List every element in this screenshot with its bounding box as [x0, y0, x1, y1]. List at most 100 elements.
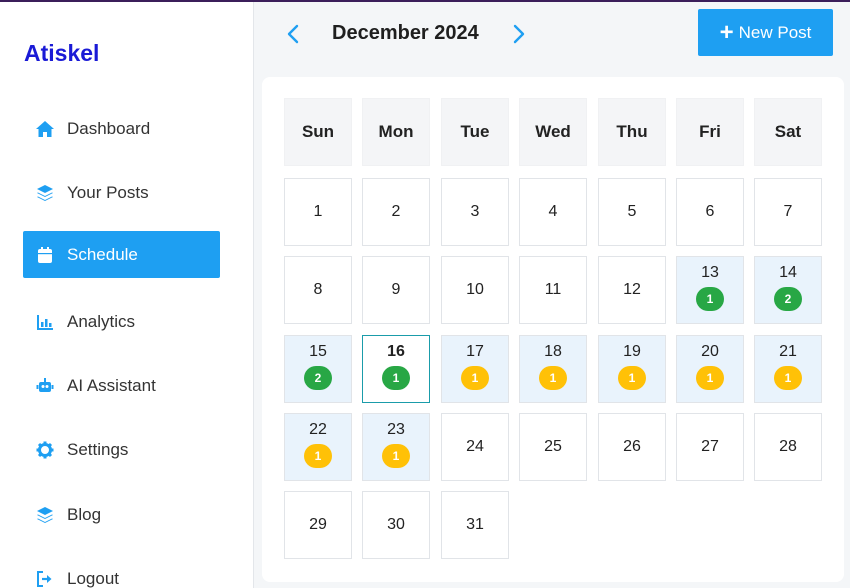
weekday-header: Fri	[676, 98, 744, 166]
post-count-badge[interactable]: 1	[539, 366, 567, 390]
new-post-button[interactable]: + New Post	[698, 9, 833, 56]
sidebar-item-settings[interactable]: Settings	[23, 426, 220, 473]
calendar-day-6[interactable]: 6	[676, 178, 744, 246]
calendar-day-7[interactable]: 7	[754, 178, 822, 246]
day-number: 29	[309, 516, 327, 533]
calendar-day-27[interactable]: 27	[676, 413, 744, 481]
weekday-header: Tue	[441, 98, 509, 166]
day-number: 30	[387, 516, 405, 533]
sidebar: Atiskel Dashboard Your Posts Schedule Analy…	[0, 2, 254, 588]
prev-month-button[interactable]	[283, 22, 303, 46]
calendar-day-13[interactable]: 13 1	[676, 256, 744, 324]
day-number: 8	[313, 281, 323, 298]
calendar-day-29[interactable]: 29	[284, 491, 352, 559]
chevron-right-icon	[513, 24, 525, 44]
calendar-day-26[interactable]: 26	[598, 413, 666, 481]
sidebar-item-label: Your Posts	[67, 182, 149, 202]
day-number: 6	[705, 203, 715, 220]
post-count-badge[interactable]: 1	[382, 366, 410, 390]
post-count-badge[interactable]: 1	[696, 366, 724, 390]
calendar-day-31[interactable]: 31	[441, 491, 509, 559]
weekday-header: Sat	[754, 98, 822, 166]
calendar-day-16[interactable]: 16 1	[362, 335, 430, 403]
sidebar-item-logout[interactable]: Logout	[23, 555, 220, 588]
logout-icon	[35, 569, 55, 588]
calendar-day-3[interactable]: 3	[441, 178, 509, 246]
day-number: 1	[313, 203, 323, 220]
day-number: 11	[544, 281, 562, 298]
day-number: 20	[701, 343, 719, 360]
calendar-day-30[interactable]: 30	[362, 491, 430, 559]
calendar-day-1[interactable]: 1	[284, 178, 352, 246]
sidebar-item-analytics[interactable]: Analytics	[23, 298, 220, 345]
calendar-day-2[interactable]: 2	[362, 178, 430, 246]
calendar-day-25[interactable]: 25	[519, 413, 587, 481]
post-count-badge[interactable]: 1	[304, 444, 332, 468]
sidebar-item-blog[interactable]: Blog	[23, 491, 220, 538]
month-title: December 2024	[332, 22, 479, 44]
sidebar-item-label: Blog	[67, 504, 102, 524]
new-post-label: New Post	[738, 22, 812, 42]
sidebar-item-label: Analytics	[67, 311, 136, 331]
calendar-day-18[interactable]: 18 1	[519, 335, 587, 403]
sidebar-item-dashboard[interactable]: Dashboard	[23, 105, 220, 152]
calendar-day-10[interactable]: 10	[441, 256, 509, 324]
day-number: 19	[623, 343, 641, 360]
sidebar-item-ai-assistant[interactable]: AI Assistant	[23, 362, 220, 409]
day-number: 26	[623, 438, 641, 455]
layers-icon	[35, 505, 55, 525]
calendar-day-8[interactable]: 8	[284, 256, 352, 324]
post-count-badge[interactable]: 1	[774, 366, 802, 390]
day-number: 21	[779, 343, 797, 360]
calendar-day-12[interactable]: 12	[598, 256, 666, 324]
layers-icon	[35, 183, 55, 203]
post-count-badge[interactable]: 2	[304, 366, 332, 390]
day-number: 12	[623, 281, 641, 298]
post-count-badge[interactable]: 1	[461, 366, 489, 390]
calendar-day-19[interactable]: 19 1	[598, 335, 666, 403]
day-number: 17	[466, 343, 484, 360]
calendar-day-4[interactable]: 4	[519, 178, 587, 246]
sidebar-item-label: Logout	[67, 568, 119, 588]
home-icon	[35, 119, 55, 139]
day-number: 13	[701, 264, 719, 281]
calendar-day-24[interactable]: 24	[441, 413, 509, 481]
plus-icon: +	[719, 18, 734, 46]
chart-icon	[35, 312, 55, 332]
next-month-button[interactable]	[509, 22, 529, 46]
main-content: December 2024 + New Post Sun Mon Tue Wed Thu…	[255, 2, 850, 588]
day-number: 27	[701, 438, 719, 455]
day-number: 24	[466, 438, 484, 455]
sidebar-item-label: Schedule	[67, 244, 138, 264]
chevron-left-icon	[287, 24, 299, 44]
sidebar-item-label: AI Assistant	[67, 375, 156, 395]
sidebar-item-your-posts[interactable]: Your Posts	[23, 169, 220, 216]
calendar-day-22[interactable]: 22 1	[284, 413, 352, 481]
calendar-day-28[interactable]: 28	[754, 413, 822, 481]
post-count-badge[interactable]: 2	[774, 287, 802, 311]
day-number: 23	[387, 421, 405, 438]
calendar-day-20[interactable]: 20 1	[676, 335, 744, 403]
brand-logo[interactable]: Atiskel	[24, 40, 99, 67]
calendar-day-5[interactable]: 5	[598, 178, 666, 246]
sidebar-item-schedule[interactable]: Schedule	[23, 231, 220, 278]
calendar-day-17[interactable]: 17 1	[441, 335, 509, 403]
day-number: 10	[466, 281, 484, 298]
day-number: 22	[309, 421, 327, 438]
day-number: 9	[391, 281, 401, 298]
weekday-header: Mon	[362, 98, 430, 166]
post-count-badge[interactable]: 1	[618, 366, 646, 390]
calendar-day-9[interactable]: 9	[362, 256, 430, 324]
day-number: 31	[466, 516, 484, 533]
robot-icon	[35, 376, 55, 396]
weekday-header: Wed	[519, 98, 587, 166]
calendar-icon	[35, 245, 55, 265]
calendar-day-15[interactable]: 15 2	[284, 335, 352, 403]
post-count-badge[interactable]: 1	[382, 444, 410, 468]
calendar-day-14[interactable]: 14 2	[754, 256, 822, 324]
calendar-day-23[interactable]: 23 1	[362, 413, 430, 481]
post-count-badge[interactable]: 1	[696, 287, 724, 311]
calendar-day-21[interactable]: 21 1	[754, 335, 822, 403]
day-number: 16	[387, 343, 405, 360]
calendar-day-11[interactable]: 11	[519, 256, 587, 324]
